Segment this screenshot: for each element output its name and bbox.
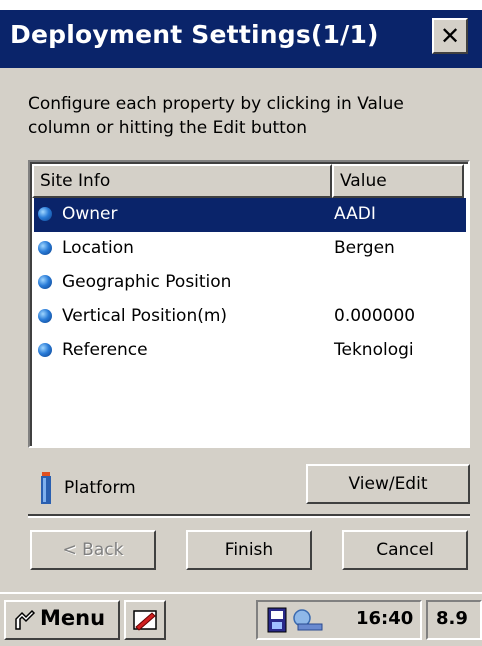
list-header: Site Info Value bbox=[32, 164, 468, 198]
device-memory-icon[interactable] bbox=[266, 607, 288, 633]
property-bullet-icon bbox=[38, 207, 52, 221]
property-bullet-icon bbox=[38, 241, 52, 255]
list-row-reference[interactable]: Reference Teknologi bbox=[34, 334, 466, 368]
platform-label: Platform bbox=[64, 478, 136, 498]
list-row-owner[interactable]: Owner AADI bbox=[34, 198, 466, 232]
list-row-vertical-position[interactable]: Vertical Position(m) 0.000000 bbox=[34, 300, 466, 334]
app-pen-icon bbox=[133, 610, 157, 631]
version-tray: 8.9 bbox=[426, 600, 482, 640]
title-bar-area: Deployment Settings(1/1) ✕ bbox=[0, 0, 482, 78]
list-row-location[interactable]: Location Bergen bbox=[34, 232, 466, 266]
close-icon: ✕ bbox=[439, 22, 461, 50]
close-button[interactable]: ✕ bbox=[432, 18, 468, 54]
system-tray: 16:40 bbox=[256, 600, 422, 640]
clock[interactable]: 16:40 bbox=[356, 608, 413, 629]
version-label: 8.9 bbox=[436, 608, 468, 629]
property-name: Reference bbox=[62, 340, 148, 360]
property-bullet-icon bbox=[38, 275, 52, 289]
column-header-value[interactable]: Value bbox=[332, 164, 464, 198]
back-button[interactable]: < Back bbox=[30, 530, 156, 570]
dialog-title: Deployment Settings(1/1) bbox=[10, 20, 379, 49]
list-frame: Site Info Value Owner AADI Location Berg… bbox=[30, 162, 468, 446]
property-value[interactable]: Bergen bbox=[334, 232, 395, 264]
property-name: Location bbox=[62, 238, 134, 258]
network-connection-icon[interactable] bbox=[292, 608, 326, 632]
property-value[interactable]: AADI bbox=[334, 198, 376, 230]
taskbar: Menu 16:40 8.9 bbox=[0, 592, 482, 646]
start-menu-button[interactable]: Menu bbox=[4, 600, 120, 640]
property-bullet-icon bbox=[38, 343, 52, 357]
screen: Deployment Settings(1/1) ✕ Configure eac… bbox=[0, 0, 482, 646]
property-name: Owner bbox=[62, 204, 118, 224]
cancel-button[interactable]: Cancel bbox=[342, 530, 468, 570]
separator bbox=[28, 514, 470, 518]
finish-button[interactable]: Finish bbox=[186, 530, 312, 570]
site-info-list[interactable]: Site Info Value Owner AADI Location Berg… bbox=[28, 160, 470, 448]
property-value[interactable]: 0.000000 bbox=[334, 300, 415, 332]
app-button[interactable] bbox=[124, 600, 166, 640]
view-edit-button[interactable]: View/Edit bbox=[306, 464, 470, 504]
column-header-site-info[interactable]: Site Info bbox=[32, 164, 332, 198]
property-name: Geographic Position bbox=[62, 272, 232, 292]
menu-label: Menu bbox=[40, 606, 106, 630]
property-bullet-icon bbox=[38, 309, 52, 323]
property-name: Vertical Position(m) bbox=[62, 306, 228, 326]
platform-instrument-icon bbox=[41, 472, 51, 504]
start-icon bbox=[15, 609, 36, 630]
property-value[interactable]: Teknologi bbox=[334, 334, 414, 366]
instructions-text: Configure each property by clicking in V… bbox=[28, 94, 404, 138]
dialog-body: Configure each property by clicking in V… bbox=[0, 68, 482, 592]
list-row-geographic-position[interactable]: Geographic Position bbox=[34, 266, 466, 300]
